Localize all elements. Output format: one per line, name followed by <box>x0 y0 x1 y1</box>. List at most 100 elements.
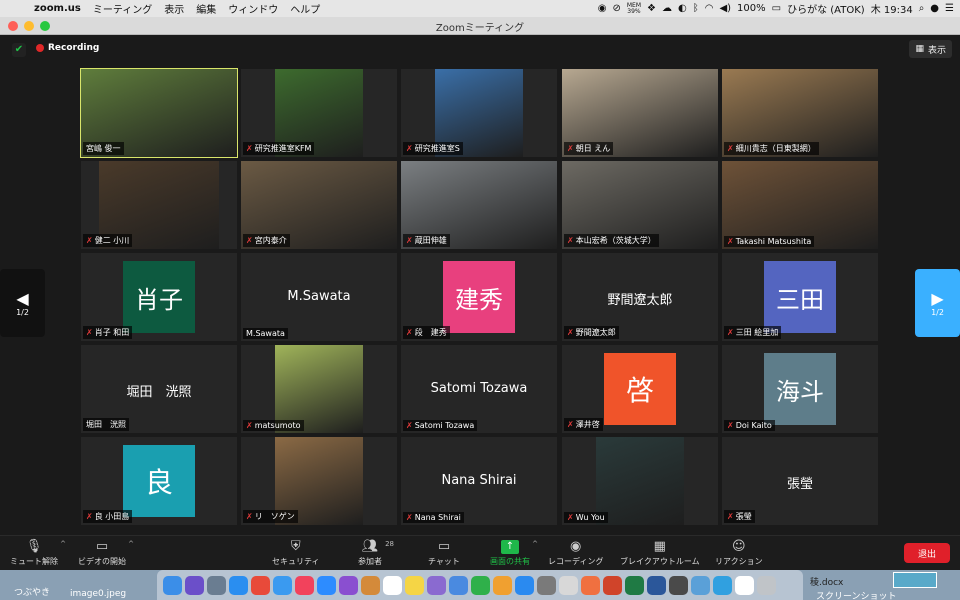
participant-tile[interactable]: ✗ 宮内泰介 <box>241 161 397 249</box>
zoom-status-icon[interactable]: ◉ <box>598 3 607 14</box>
keynote-icon[interactable] <box>493 575 512 595</box>
siri-icon[interactable] <box>185 575 204 595</box>
mail-icon[interactable] <box>273 575 292 595</box>
music-icon[interactable] <box>295 575 314 595</box>
chevron-up-icon[interactable]: ^ <box>532 540 538 548</box>
participant-tile[interactable]: ✗ 蔵田伸雄 <box>401 161 557 249</box>
participant-tile[interactable]: ✗ 研究推進室S <box>401 69 557 157</box>
next-page-button[interactable]: ▶ 1/2 <box>915 269 960 337</box>
safari-icon[interactable] <box>229 575 248 595</box>
powerpoint-icon[interactable] <box>603 575 622 595</box>
participant-tile[interactable]: 建秀 ✗ 段 建秀 <box>401 253 557 341</box>
chrome-icon[interactable] <box>251 575 270 595</box>
participant-tile[interactable]: ✗ 朝日 えん <box>562 69 718 157</box>
participant-tile[interactable]: Satomi Tozawa ✗ Satomi Tozawa <box>401 345 557 433</box>
recording-indicator[interactable]: Recording <box>36 43 99 53</box>
participant-tile[interactable]: 張瑩 ✗ 張瑩 <box>722 437 878 525</box>
participant-tile[interactable]: 宮嶋 俊一 <box>80 68 238 158</box>
record-button[interactable]: ◉ レコーディング <box>548 538 603 567</box>
prev-page-button[interactable]: ◀ 1/2 <box>0 269 45 337</box>
participant-tile[interactable]: 堀田 洸照 堀田 洸照 <box>81 345 237 433</box>
chevron-up-icon[interactable]: ^ <box>60 540 66 548</box>
menu-edit[interactable]: 編集 <box>190 1 222 16</box>
breakout-rooms-button[interactable]: ▦ ブレイクアウトルーム <box>620 538 700 567</box>
participant-tile[interactable]: ✗ リ ソゲン <box>241 437 397 525</box>
participant-tile[interactable]: 三田 ✗ 三田 絵里加 <box>722 253 878 341</box>
excel-icon[interactable] <box>625 575 644 595</box>
participant-tile[interactable]: ✗ 細川貴志（日東製網） <box>722 69 878 157</box>
desktop-file-label[interactable]: image0.jpeg <box>70 589 126 599</box>
notes-icon[interactable] <box>405 575 424 595</box>
zoom-icon[interactable] <box>317 575 336 595</box>
desktop-file-label[interactable]: 稜.docx <box>810 575 843 588</box>
participant-tile[interactable]: ✗ Wu You <box>562 437 718 525</box>
siri-menubar-icon[interactable]: ● <box>930 3 939 14</box>
reactions-button[interactable]: ☺ リアクション <box>715 538 763 567</box>
browser-icon[interactable] <box>713 575 732 595</box>
menu-meeting[interactable]: ミーティング <box>87 1 158 16</box>
qr-icon[interactable] <box>735 575 754 595</box>
ime-indicator[interactable]: ひらがな (ATOK) <box>787 1 865 16</box>
participant-tile[interactable]: 良 ✗ 良 小田島 <box>81 437 237 525</box>
participant-tile[interactable]: ✗ matsumoto <box>241 345 397 433</box>
app-icon[interactable] <box>669 575 688 595</box>
participant-tile[interactable]: 海斗 ✗ Doi Kaito <box>722 345 878 433</box>
photos-icon[interactable] <box>581 575 600 595</box>
search-icon[interactable]: ⌕ <box>919 3 925 14</box>
bluetooth-icon[interactable]: ᛒ <box>693 3 699 14</box>
sheet-icon[interactable] <box>559 575 578 595</box>
settings-icon[interactable] <box>537 575 556 595</box>
word-icon[interactable] <box>647 575 666 595</box>
unmute-button[interactable]: 🎙︎ ミュート解除 ^ <box>10 538 66 567</box>
finder-icon[interactable] <box>361 575 380 595</box>
chevron-up-icon[interactable]: ^ <box>128 540 134 548</box>
desktop-thumbnail[interactable] <box>893 572 937 588</box>
menu-view[interactable]: 表示 <box>158 1 190 16</box>
battery-icon[interactable]: ▭ <box>772 3 781 14</box>
share-screen-button[interactable]: ↑ 画面の共有 ^ <box>490 538 538 567</box>
sync-icon[interactable]: ◐ <box>678 3 687 14</box>
calendar-icon[interactable] <box>383 575 402 595</box>
participant-tile[interactable]: M.Sawata M.Sawata <box>241 253 397 341</box>
participant-tile[interactable]: Nana Shirai ✗ Nana Shirai <box>401 437 557 525</box>
start-video-button[interactable]: ▭ ビデオの開始 ^ <box>78 538 134 567</box>
trash-icon[interactable] <box>757 575 776 595</box>
cloud-icon[interactable]: ☁ <box>662 3 672 14</box>
view-button[interactable]: ▦ 表示 <box>909 40 952 58</box>
security-button[interactable]: ⛨ セキュリティ <box>272 538 320 567</box>
battery-percent[interactable]: 100% <box>737 3 766 14</box>
numbers-icon[interactable] <box>471 575 490 595</box>
folder-icon[interactable] <box>691 575 710 595</box>
desktop-file-label[interactable]: スクリーンショット <box>816 589 897 600</box>
finder-icon[interactable] <box>163 575 182 595</box>
control-center-icon[interactable]: ☰ <box>945 3 954 14</box>
participant-tile[interactable]: ✗ Takashi Matsushita <box>722 161 878 249</box>
participant-tile[interactable]: ✗ 本山宏希（茨城大学） <box>562 161 718 249</box>
desktop-file-label[interactable]: つぶやき <box>14 585 50 598</box>
leave-button[interactable]: 退出 <box>904 543 950 563</box>
participants-button[interactable]: 👥︎ 参加者 28 <box>358 538 394 567</box>
volume-icon[interactable]: ◀) <box>719 3 731 14</box>
participant-tile[interactable]: 野間遼太郎 ✗ 野間遼太郎 <box>562 253 718 341</box>
appstore-icon[interactable] <box>515 575 534 595</box>
participant-tile[interactable]: ✗ 研究推進室KFM <box>241 69 397 157</box>
menu-app-name[interactable]: zoom.us <box>28 3 87 14</box>
chat-button[interactable]: ▭ チャット <box>428 538 460 567</box>
recording-label: Recording <box>48 43 100 53</box>
participant-tile[interactable]: 肖子 ✗ 肖子 和田 <box>81 253 237 341</box>
stop-icon[interactable]: ⊘ <box>612 3 620 14</box>
clock[interactable]: 木 19:34 <box>871 1 913 16</box>
menu-window[interactable]: ウィンドウ <box>222 1 284 16</box>
doc-icon[interactable] <box>449 575 468 595</box>
preview-icon[interactable] <box>427 575 446 595</box>
menu-help[interactable]: ヘルプ <box>284 1 326 16</box>
participant-name: 宮内泰介 <box>254 236 287 245</box>
participant-tile[interactable]: 啓 ✗ 澤井啓 <box>562 345 718 433</box>
memory-indicator[interactable]: MEM 39% <box>627 2 641 15</box>
tasks-icon[interactable] <box>339 575 358 595</box>
wifi-icon[interactable]: ◠ <box>705 3 714 14</box>
participant-tile[interactable]: ✗ 健二 小川 <box>81 161 237 249</box>
rocket-icon[interactable] <box>207 575 226 595</box>
shield-check-icon[interactable]: ✔ <box>12 43 26 57</box>
dropbox-icon[interactable]: ❖ <box>647 3 656 14</box>
